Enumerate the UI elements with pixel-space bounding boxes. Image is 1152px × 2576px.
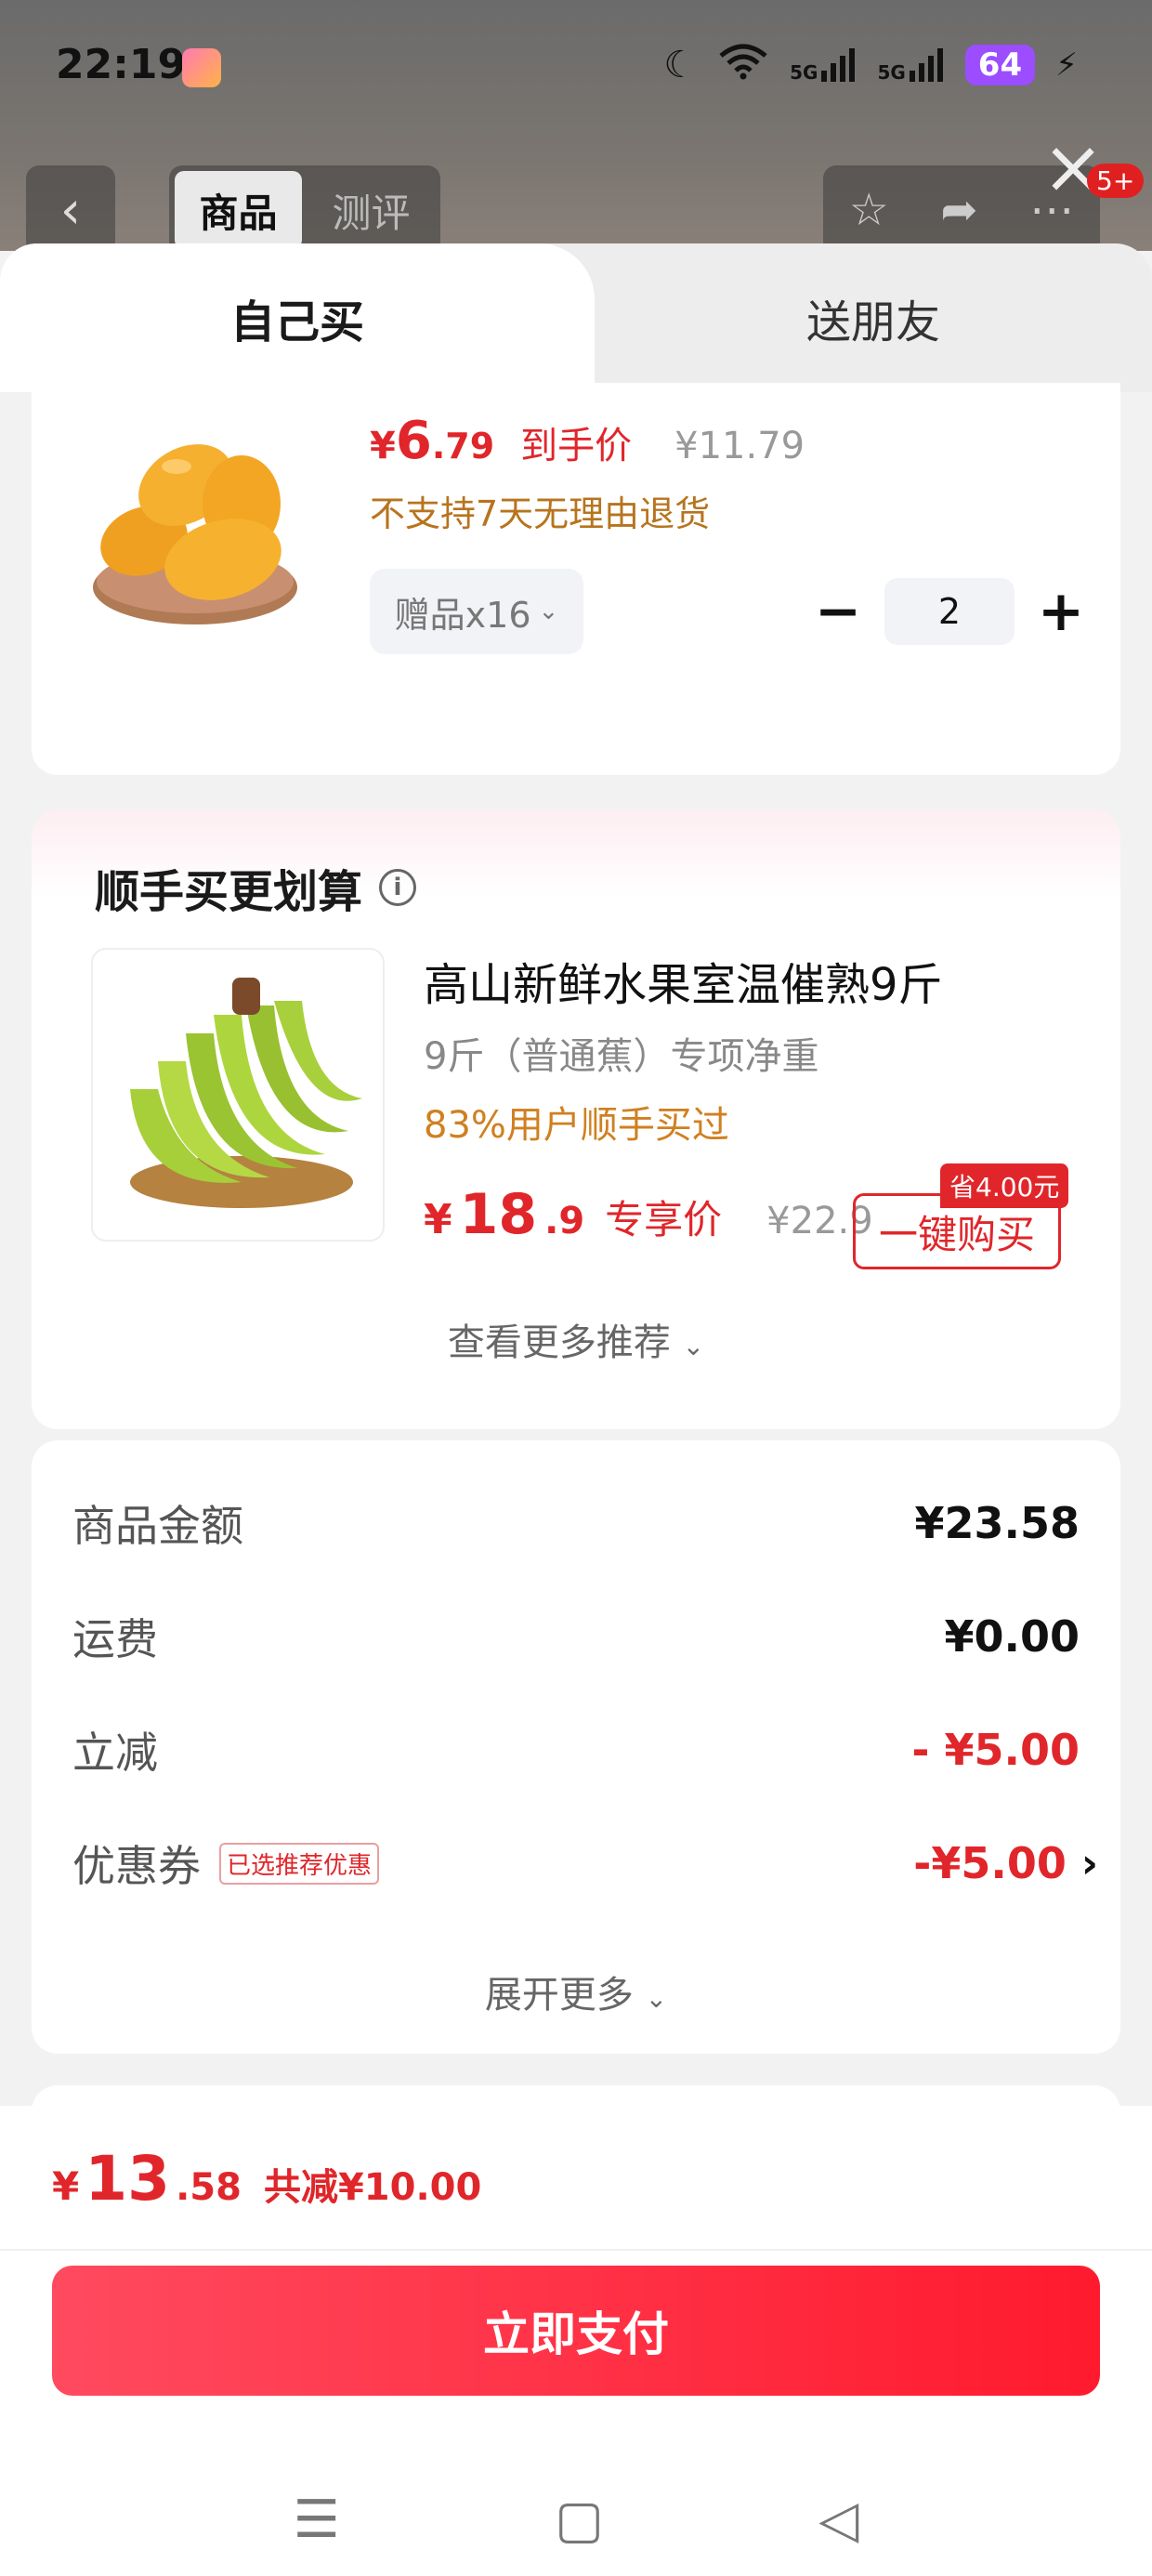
- increase-button[interactable]: +: [1035, 579, 1087, 644]
- price-integer: 6: [395, 411, 432, 471]
- top-nav-tabs: 商品 测评: [169, 165, 440, 255]
- gift-selector[interactable]: 赠品x16 ⌄: [370, 569, 583, 654]
- recommended-price-line: ¥18.9 专享价 ¥22.9: [424, 1182, 873, 1247]
- summary-row-shipping: 运费 ¥0.00: [72, 1606, 1080, 1667]
- total-price-line: ¥13.58 共减¥10.00: [52, 2143, 481, 2215]
- return-policy: 不支持7天无理由退货: [370, 493, 711, 534]
- status-bar: 22:19 ☾ 5G 5G 64 ⚡: [0, 0, 1152, 139]
- instant-discount-label: 立减: [72, 1728, 158, 1778]
- total-decimal: .58: [176, 2166, 242, 2209]
- tab-product[interactable]: 商品: [175, 171, 302, 249]
- dnd-moon-icon: ☾: [663, 43, 698, 86]
- signal-label-1: 5G: [790, 60, 818, 84]
- back-button[interactable]: ‹: [26, 165, 115, 255]
- decrease-button[interactable]: −: [812, 579, 864, 644]
- tab-gift-to-friend[interactable]: 送朋友: [595, 243, 1152, 392]
- chevron-down-icon: ⌄: [682, 1331, 705, 1361]
- shipping-label: 运费: [72, 1614, 158, 1664]
- divider: [0, 2249, 1152, 2251]
- product-price-line: ¥6.79 到手价 ¥11.79: [370, 411, 805, 471]
- app-notification-icon: [182, 48, 221, 87]
- coupon-label-group: 优惠券 已选推荐优惠: [72, 1833, 380, 1894]
- menu-icon[interactable]: ☰: [294, 2490, 340, 2550]
- price-decimal: .79: [431, 426, 495, 467]
- gift-label: 赠品x16: [394, 594, 531, 636]
- battery-indicator: 64: [964, 44, 1036, 85]
- more-recommendations-link[interactable]: 查看更多推荐 ⌄: [32, 1312, 1120, 1366]
- recommended-item-name[interactable]: 高山新鲜水果室温催熟9斤: [424, 948, 943, 1013]
- price-summary-card: 商品金额 ¥23.58 运费 ¥0.00 立减 - ¥5.00 优惠券 已选推荐…: [32, 1440, 1120, 2054]
- rec-price-symbol: ¥: [424, 1196, 452, 1243]
- wifi-icon: [717, 43, 769, 86]
- tab-buy-for-self[interactable]: 自己买: [0, 243, 595, 392]
- quantity-input[interactable]: 2: [884, 578, 1015, 645]
- savings-badge: 省4.00元: [940, 1163, 1069, 1208]
- summary-row-coupon[interactable]: 优惠券 已选推荐优惠 -¥5.00 ›: [72, 1833, 1098, 1894]
- recommendation-card: 顺手买更划算 i 高山新鲜水果室温催熟9斤 9斤（普通蕉）专项净重 83%用户顺…: [32, 810, 1120, 1429]
- total-symbol: ¥: [52, 2163, 80, 2209]
- subtotal-label: 商品金额: [72, 1501, 243, 1551]
- purchase-mode-tabs: 自己买 送朋友: [0, 243, 1152, 392]
- final-price-label: 到手价: [520, 425, 633, 467]
- tab-review[interactable]: 测评: [308, 171, 435, 249]
- share-icon[interactable]: ➦: [940, 184, 977, 236]
- quantity-stepper: − 2 +: [812, 578, 1087, 645]
- info-icon[interactable]: i: [379, 869, 417, 906]
- coupon-value: -¥5.00: [913, 1838, 1067, 1888]
- rec-price-integer: 18: [459, 1182, 538, 1247]
- status-icons: ☾ 5G 5G 64 ⚡: [663, 43, 1078, 86]
- banana-product-image[interactable]: [91, 948, 385, 1242]
- recommendation-header: 顺手买更划算 i: [95, 855, 417, 920]
- recommended-item-spec: 9斤（普通蕉）专项净重: [424, 1035, 819, 1078]
- price-symbol: ¥: [370, 425, 396, 467]
- home-icon[interactable]: ▢: [555, 2490, 604, 2550]
- mango-product-image[interactable]: [74, 401, 316, 643]
- total-integer: 13: [85, 2143, 171, 2215]
- star-icon[interactable]: ☆: [849, 184, 889, 236]
- chevron-right-icon: ›: [1080, 1839, 1098, 1887]
- summary-row-subtotal: 商品金额 ¥23.58: [72, 1492, 1080, 1554]
- coupon-tag: 已选推荐优惠: [219, 1842, 380, 1885]
- signal-label-2: 5G: [877, 60, 906, 84]
- total-savings: 共减¥10.00: [263, 2166, 482, 2209]
- recommendation-title: 顺手买更划算: [95, 866, 363, 918]
- product-price: ¥6.79: [370, 411, 494, 471]
- summary-row-instant-discount: 立减 - ¥5.00: [72, 1719, 1080, 1781]
- original-price: ¥11.79: [674, 425, 805, 467]
- recommended-item-buyers: 83%用户顺手买过: [424, 1104, 729, 1147]
- instant-discount-value: - ¥5.00: [911, 1725, 1080, 1775]
- shipping-value: ¥0.00: [944, 1611, 1080, 1662]
- chevron-down-icon: ⌄: [538, 598, 559, 625]
- rec-price-decimal: .9: [544, 1200, 585, 1242]
- subtotal-value: ¥23.58: [914, 1498, 1080, 1548]
- coupon-label: 优惠券: [72, 1841, 201, 1891]
- chevron-down-icon: ⌄: [645, 1983, 668, 2014]
- charging-icon: ⚡: [1055, 46, 1078, 84]
- coupon-value-group: -¥5.00 ›: [913, 1838, 1098, 1888]
- chevron-left-icon: ‹: [59, 179, 82, 241]
- cell-signal-icon-2: 5G: [877, 46, 944, 84]
- cell-signal-icon-1: 5G: [790, 46, 857, 84]
- status-time: 22:19: [56, 41, 187, 88]
- back-triangle-icon[interactable]: ◁: [818, 2490, 858, 2550]
- expand-more-label: 展开更多: [484, 1974, 634, 2017]
- checkout-bottom-bar: ¥13.58 共减¥10.00 立即支付 ☰ ▢ ◁: [0, 2106, 1152, 2576]
- exclusive-price-label: 专享价: [605, 1197, 723, 1242]
- message-count-badge: 5+: [1087, 164, 1145, 198]
- expand-more-link[interactable]: 展开更多 ⌄: [32, 1965, 1120, 2018]
- product-card: ¥6.79 到手价 ¥11.79 不支持7天无理由退货 赠品x16 ⌄ − 2 …: [32, 383, 1120, 775]
- system-navigation-bar: ☰ ▢ ◁: [0, 2477, 1152, 2561]
- pay-now-button[interactable]: 立即支付: [52, 2266, 1100, 2396]
- more-recommendations-label: 查看更多推荐: [447, 1321, 671, 1364]
